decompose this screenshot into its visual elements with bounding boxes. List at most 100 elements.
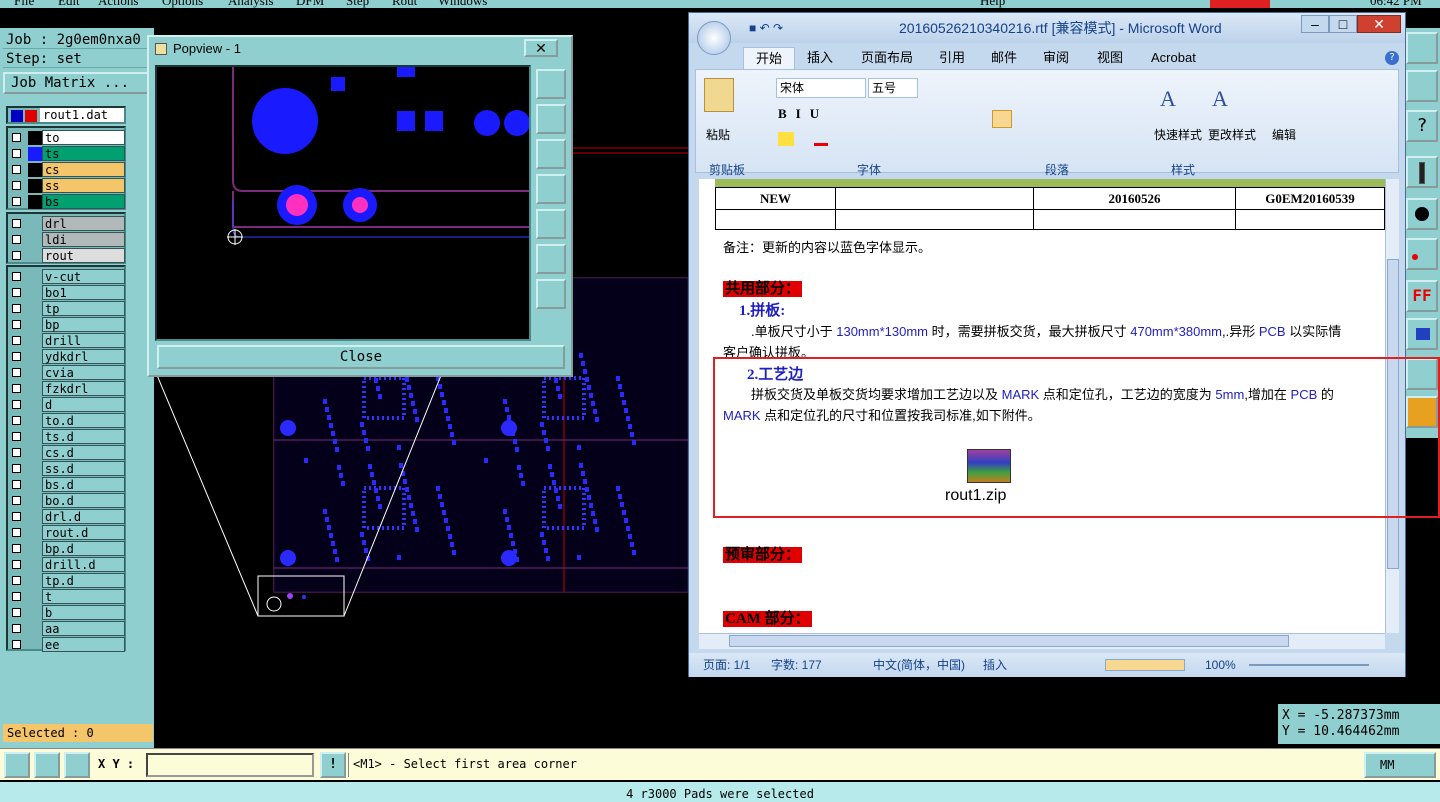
layer-checkbox[interactable] xyxy=(12,592,21,601)
layer-name[interactable]: t xyxy=(42,589,125,604)
change-styles-icon[interactable]: A xyxy=(1212,86,1252,116)
word-titlebar[interactable]: ■ ↶ ↷ 20160526210340216.rtf [兼容模式] - Mic… xyxy=(689,13,1405,55)
layer-row[interactable]: ldi xyxy=(8,232,125,248)
layer-row[interactable]: cvia xyxy=(8,365,125,381)
flip-icon[interactable]: FF xyxy=(1406,280,1438,312)
change-styles-label[interactable]: 更改样式 xyxy=(1208,126,1256,143)
layer-name[interactable]: bs xyxy=(42,194,125,209)
zoom-slider[interactable] xyxy=(1249,664,1369,666)
angle-mode-icon[interactable] xyxy=(34,752,60,778)
layer-row[interactable]: b xyxy=(8,605,125,621)
layer-checkbox[interactable] xyxy=(12,352,21,361)
layer-name[interactable]: rout.d xyxy=(42,525,125,540)
font-color-icon[interactable] xyxy=(814,132,828,146)
layer-row[interactable]: bo.d xyxy=(8,493,125,509)
layer-name[interactable]: v-cut xyxy=(42,269,125,284)
layer-name[interactable]: bp xyxy=(42,317,125,332)
layer-checkbox[interactable] xyxy=(12,384,21,393)
horizontal-scrollbar[interactable] xyxy=(699,633,1385,649)
format-buttons[interactable]: BIU xyxy=(778,106,828,122)
align-left-icon[interactable] xyxy=(992,110,1012,128)
layer-checkbox[interactable] xyxy=(12,512,21,521)
layer-row[interactable]: bs xyxy=(8,194,125,210)
layer-checkbox[interactable] xyxy=(12,288,21,297)
alert-icon[interactable]: ! xyxy=(320,752,346,778)
layer-row[interactable]: bp.d xyxy=(8,541,125,557)
layer-name[interactable]: bp.d xyxy=(42,541,125,556)
popview-titlebar[interactable]: Popview - 1 ✕ xyxy=(149,37,571,61)
layer-checkbox[interactable] xyxy=(12,165,21,174)
layer-checkbox[interactable] xyxy=(12,528,21,537)
layer-checkbox[interactable] xyxy=(12,400,21,409)
layer-row[interactable]: ss.d xyxy=(8,461,125,477)
traffic-light-icon[interactable] xyxy=(1406,156,1438,188)
layer-name[interactable]: aa xyxy=(42,621,125,636)
layer-row[interactable]: tp xyxy=(8,301,125,317)
layer-checkbox[interactable] xyxy=(12,336,21,345)
tab-home[interactable]: 开始 xyxy=(743,47,796,69)
layer-name[interactable]: cs xyxy=(42,162,125,177)
insert-mode[interactable]: 插入 xyxy=(983,653,1007,677)
menu-file[interactable]: File xyxy=(14,0,34,8)
layer-name[interactable]: ts xyxy=(42,146,125,161)
tab-mailings[interactable]: 邮件 xyxy=(991,47,1017,69)
current-layer-row[interactable]: rout1.dat xyxy=(6,106,126,124)
layer-row[interactable]: drill xyxy=(8,333,125,349)
find-icon[interactable] xyxy=(1272,86,1294,108)
menu-windows[interactable]: Windows xyxy=(438,0,487,8)
layer-name[interactable]: ts.d xyxy=(42,429,125,444)
layer-row[interactable]: ts xyxy=(8,146,125,162)
job-matrix-button[interactable]: Job Matrix ... xyxy=(3,72,151,94)
layer-row[interactable]: bo1 xyxy=(8,285,125,301)
layer-name[interactable]: to.d xyxy=(42,413,125,428)
layer-checkbox[interactable] xyxy=(12,496,21,505)
layer-name[interactable]: to xyxy=(42,130,125,145)
edit-label[interactable]: 编辑 xyxy=(1272,126,1296,143)
close-button[interactable]: Close xyxy=(157,345,565,369)
layer-checkbox[interactable] xyxy=(12,624,21,633)
tab-acrobat[interactable]: Acrobat xyxy=(1151,47,1196,69)
tab-insert[interactable]: 插入 xyxy=(807,47,833,69)
layer-checkbox[interactable] xyxy=(12,304,21,313)
highlight-icon[interactable] xyxy=(778,132,794,146)
layer-checkbox[interactable] xyxy=(12,197,21,206)
maximize-icon[interactable]: □ xyxy=(1329,15,1357,33)
layer-name[interactable]: b xyxy=(42,605,125,620)
expand-icon[interactable] xyxy=(536,279,566,309)
layer-checkbox[interactable] xyxy=(12,432,21,441)
pan-left-icon[interactable] xyxy=(536,174,566,204)
layer-name[interactable]: ldi xyxy=(42,232,125,247)
layer-name[interactable]: ydkdrl xyxy=(42,349,125,364)
layer-checkbox[interactable] xyxy=(12,416,21,425)
layer-checkbox[interactable] xyxy=(12,576,21,585)
layer-row[interactable]: bs.d xyxy=(8,477,125,493)
tab-view[interactable]: 视图 xyxy=(1097,47,1123,69)
layer-name[interactable]: bo1 xyxy=(42,285,125,300)
scroll-thumb[interactable] xyxy=(729,635,1289,647)
layer-name[interactable]: drl.d xyxy=(42,509,125,524)
layer-row[interactable]: drill.d xyxy=(8,557,125,573)
layer-name[interactable]: fzkdrl xyxy=(42,381,125,396)
layer-row[interactable]: to xyxy=(8,130,125,146)
layer-checkbox[interactable] xyxy=(12,480,21,489)
units-select[interactable]: MM xyxy=(1364,752,1436,778)
layer-name[interactable]: ss.d xyxy=(42,461,125,476)
help-icon[interactable]: ? xyxy=(1406,110,1438,142)
layer-row[interactable]: ss xyxy=(8,178,125,194)
pad-icon[interactable] xyxy=(1406,198,1438,230)
quick-styles-label[interactable]: 快速样式 xyxy=(1154,126,1202,143)
zoom-level[interactable]: 100% xyxy=(1205,653,1236,677)
layer-checkbox[interactable] xyxy=(12,464,21,473)
layer-row[interactable]: drl xyxy=(8,216,125,232)
layer-checkbox[interactable] xyxy=(12,608,21,617)
layer-checkbox[interactable] xyxy=(12,560,21,569)
layer-checkbox[interactable] xyxy=(12,235,21,244)
layer-checkbox[interactable] xyxy=(12,544,21,553)
measure-icon[interactable] xyxy=(1406,238,1438,270)
layer-row[interactable]: t xyxy=(8,589,125,605)
layer-name[interactable]: drill xyxy=(42,333,125,348)
layer-name[interactable]: cvia xyxy=(42,365,125,380)
zoom-home-button[interactable] xyxy=(1406,32,1438,64)
tab-review[interactable]: 审阅 xyxy=(1043,47,1069,69)
layer-checkbox[interactable] xyxy=(12,181,21,190)
